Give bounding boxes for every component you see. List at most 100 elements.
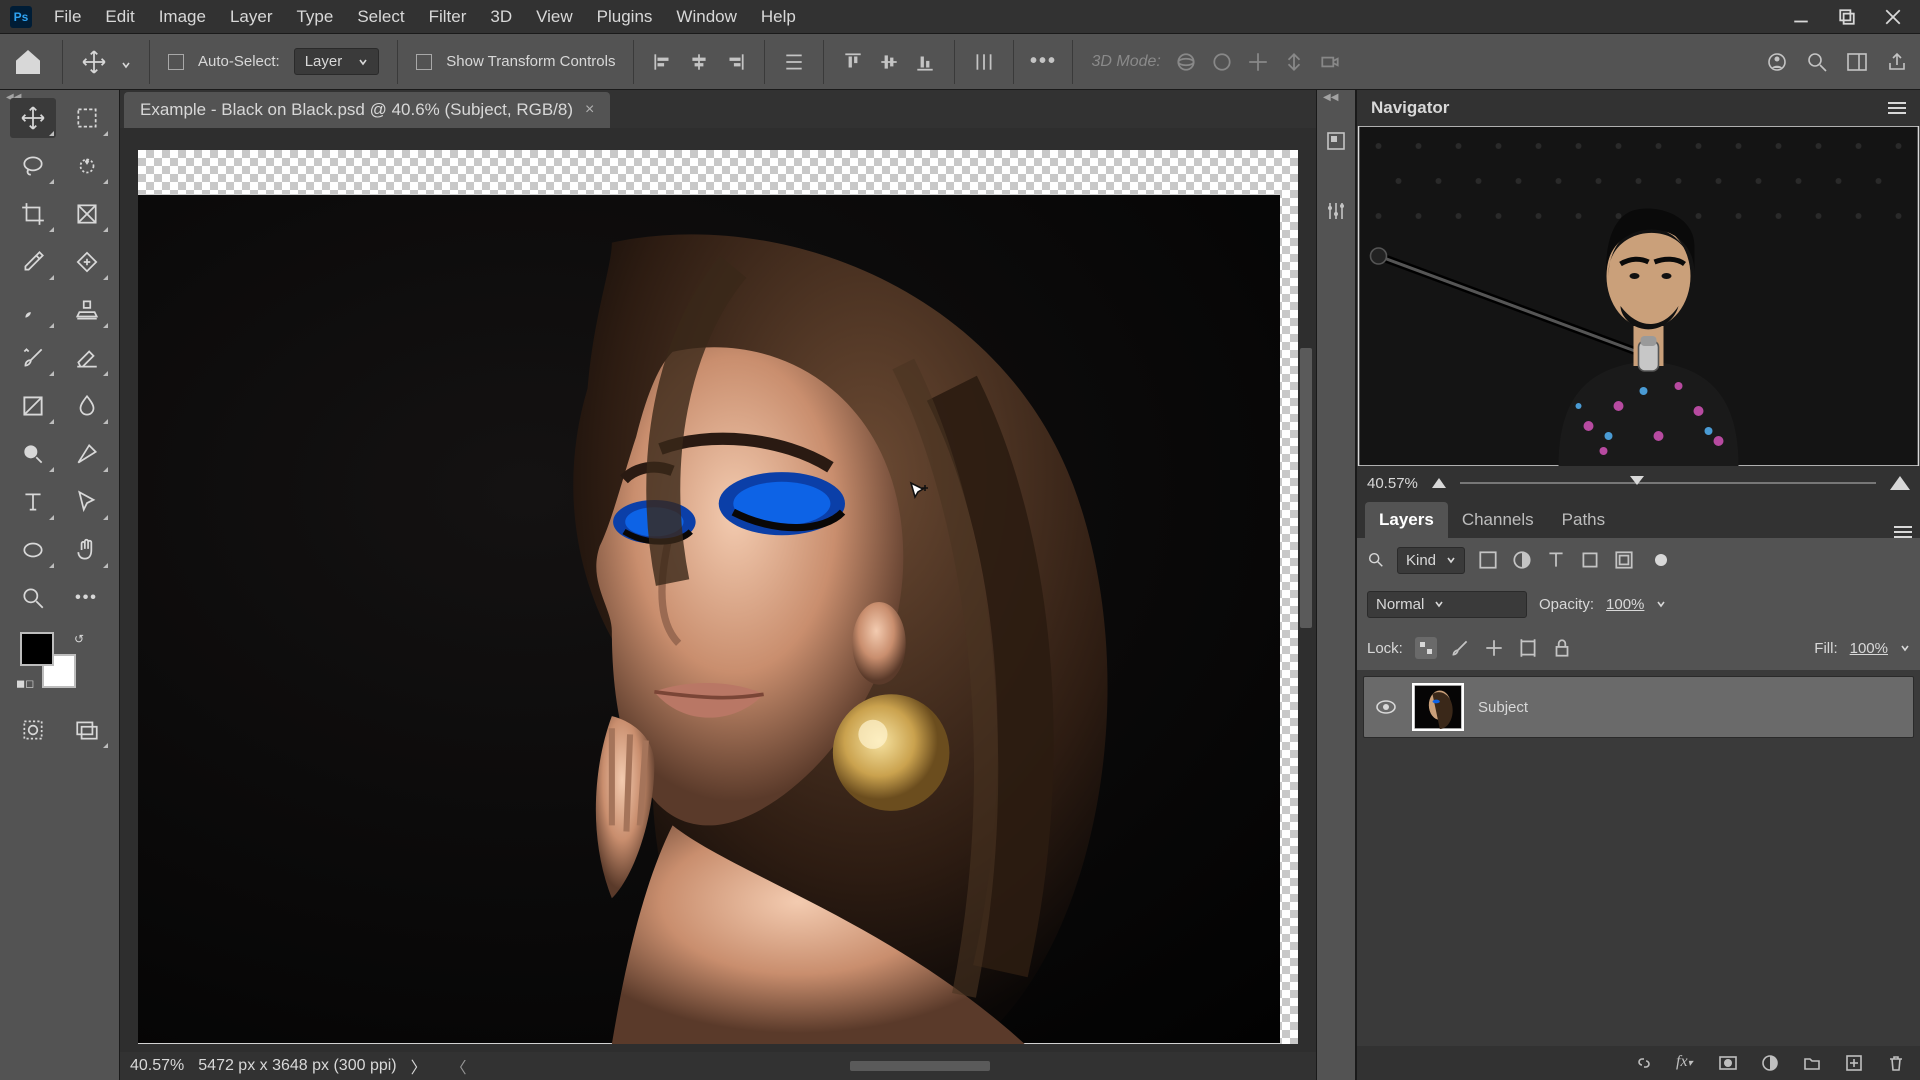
3d-slide-icon[interactable] — [1283, 51, 1305, 73]
window-close-icon[interactable] — [1884, 8, 1902, 26]
quick-select-tool[interactable] — [64, 146, 110, 186]
filter-pixel-icon[interactable] — [1477, 549, 1499, 571]
window-minimize-icon[interactable] — [1792, 8, 1810, 26]
vertical-scrollbar[interactable] — [1298, 168, 1314, 1012]
show-transform-checkbox[interactable] — [416, 54, 432, 70]
layer-content[interactable] — [138, 194, 1280, 1044]
3d-pan-icon[interactable] — [1247, 51, 1269, 73]
tab-channels[interactable]: Channels — [1448, 502, 1548, 538]
link-layers-icon[interactable] — [1634, 1053, 1654, 1073]
eyedropper-tool[interactable] — [10, 242, 56, 282]
cloud-docs-icon[interactable] — [1766, 51, 1788, 73]
menu-layer[interactable]: Layer — [218, 7, 285, 27]
zoom-out-icon[interactable] — [1432, 478, 1446, 488]
stamp-tool[interactable] — [64, 290, 110, 330]
history-brush-tool[interactable] — [10, 338, 56, 378]
fill-value[interactable]: 100% — [1850, 640, 1888, 657]
menu-window[interactable]: Window — [664, 7, 748, 27]
tab-paths[interactable]: Paths — [1548, 502, 1619, 538]
align-top-icon[interactable] — [842, 51, 864, 73]
share-icon[interactable] — [1886, 51, 1908, 73]
navigator-zoom-slider[interactable] — [1460, 482, 1876, 484]
menu-select[interactable]: Select — [345, 7, 416, 27]
hand-tool[interactable] — [64, 530, 110, 570]
close-document-icon[interactable]: × — [585, 101, 594, 119]
layer-thumbnail[interactable] — [1412, 683, 1464, 731]
menu-3d[interactable]: 3D — [478, 7, 524, 27]
frame-tool[interactable] — [64, 194, 110, 234]
type-tool[interactable] — [10, 482, 56, 522]
align-hcenter-icon[interactable] — [688, 51, 710, 73]
menu-view[interactable]: View — [524, 7, 585, 27]
new-layer-icon[interactable] — [1844, 1053, 1864, 1073]
layer-name[interactable]: Subject — [1478, 699, 1528, 716]
marquee-tool[interactable] — [64, 98, 110, 138]
navigator-tab[interactable]: Navigator — [1371, 98, 1449, 118]
menu-filter[interactable]: Filter — [417, 7, 479, 27]
path-select-tool[interactable] — [64, 482, 110, 522]
status-chevron-icon[interactable]: 〉 — [411, 1054, 427, 1078]
distribute-v-icon[interactable] — [973, 51, 995, 73]
workspace-icon[interactable] — [1846, 51, 1868, 73]
menu-help[interactable]: Help — [749, 7, 808, 27]
layer-style-icon[interactable]: fx▾ — [1676, 1053, 1696, 1073]
healing-tool[interactable] — [64, 242, 110, 282]
adjustments-panel-icon[interactable] — [1325, 200, 1347, 222]
filter-toggle-icon[interactable] — [1655, 554, 1667, 566]
pen-tool[interactable] — [64, 434, 110, 474]
menu-type[interactable]: Type — [284, 7, 345, 27]
menu-image[interactable]: Image — [147, 7, 218, 27]
navigator-preview[interactable] — [1357, 126, 1920, 466]
lock-transparency-icon[interactable] — [1415, 637, 1437, 659]
search-icon[interactable] — [1806, 51, 1828, 73]
blur-tool[interactable] — [64, 386, 110, 426]
menu-file[interactable]: File — [42, 7, 93, 27]
more-options-icon[interactable]: ••• — [1032, 51, 1054, 73]
distribute-h-icon[interactable] — [783, 51, 805, 73]
layer-filter-dropdown[interactable]: Kind — [1397, 547, 1465, 574]
crop-tool[interactable] — [10, 194, 56, 234]
edit-toolbar-icon[interactable]: ••• — [64, 578, 110, 618]
navigator-zoom-value[interactable]: 40.57% — [1367, 475, 1418, 492]
history-panel-icon[interactable] — [1325, 130, 1347, 152]
menu-plugins[interactable]: Plugins — [585, 7, 665, 27]
blend-mode-dropdown[interactable]: Normal — [1367, 591, 1527, 618]
status-zoom[interactable]: 40.57% — [130, 1057, 184, 1075]
tab-layers[interactable]: Layers — [1365, 502, 1448, 538]
filter-smart-icon[interactable] — [1613, 549, 1635, 571]
move-tool-icon[interactable] — [81, 49, 107, 75]
visibility-toggle-icon[interactable] — [1374, 695, 1398, 719]
3d-orbit-icon[interactable] — [1175, 51, 1197, 73]
lasso-tool[interactable] — [10, 146, 56, 186]
filter-type-icon[interactable] — [1545, 549, 1567, 571]
lock-position-icon[interactable] — [1483, 637, 1505, 659]
layers-menu-icon[interactable] — [1894, 526, 1912, 538]
status-dims[interactable]: 5472 px x 3648 px (300 ppi) — [198, 1057, 396, 1075]
quick-mask-icon[interactable] — [10, 710, 56, 750]
adjustment-layer-icon[interactable] — [1760, 1053, 1780, 1073]
align-right-icon[interactable] — [724, 51, 746, 73]
move-tool[interactable] — [10, 98, 56, 138]
expand-dock-icon[interactable]: ◀◀ — [1323, 92, 1338, 103]
auto-select-checkbox[interactable] — [168, 54, 184, 70]
document-tab[interactable]: Example - Black on Black.psd @ 40.6% (Su… — [124, 92, 610, 128]
window-maximize-icon[interactable] — [1838, 8, 1856, 26]
color-swatches[interactable]: ↺ ◼◻ — [20, 632, 76, 688]
3d-camera-icon[interactable] — [1319, 51, 1341, 73]
lock-all-icon[interactable] — [1551, 637, 1573, 659]
delete-layer-icon[interactable] — [1886, 1053, 1906, 1073]
hscroll-left-icon[interactable]: 〈 — [451, 1054, 467, 1078]
menu-edit[interactable]: Edit — [93, 7, 146, 27]
auto-select-target-dropdown[interactable]: Layer — [294, 48, 380, 75]
group-layers-icon[interactable] — [1802, 1053, 1822, 1073]
align-bottom-icon[interactable] — [914, 51, 936, 73]
navigator-menu-icon[interactable] — [1888, 102, 1906, 114]
zoom-tool[interactable] — [10, 578, 56, 618]
foreground-color-swatch[interactable] — [20, 632, 54, 666]
zoom-in-icon[interactable] — [1890, 476, 1910, 490]
home-button[interactable] — [12, 46, 44, 78]
3d-roll-icon[interactable] — [1211, 51, 1233, 73]
filter-adjust-icon[interactable] — [1511, 549, 1533, 571]
lock-paint-icon[interactable] — [1449, 637, 1471, 659]
filter-shape-icon[interactable] — [1579, 549, 1601, 571]
